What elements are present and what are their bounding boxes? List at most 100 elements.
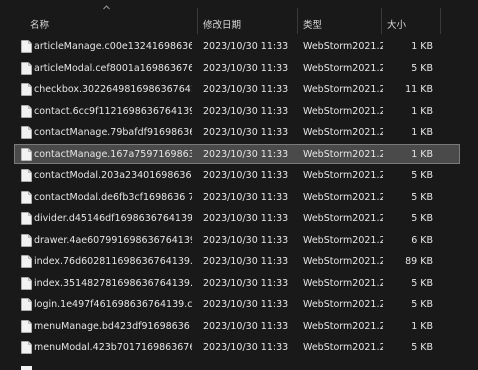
file-row[interactable]: contactModal.203a234016986367641... 2023/…	[0, 165, 478, 187]
file-row[interactable]: login.1e497f461698636764139.css 2023/10/3…	[0, 294, 478, 316]
file-modified-date: 2023/10/30 11:33	[203, 277, 289, 289]
file-type: WebStorm2021.2	[303, 84, 383, 95]
column-header-size[interactable]: 大小	[387, 17, 406, 31]
file-name: contactModal.203a234016986367641...	[34, 170, 192, 181]
file-row[interactable]: contactManage.79bafdf91698636764... 2023/…	[0, 122, 478, 144]
file-type: WebStorm2021.2	[303, 320, 383, 332]
file-modified-date: 2023/10/30 11:33	[203, 191, 289, 203]
file-row[interactable]: menuManage.bd423df91698636 7641... 2023/1…	[0, 316, 478, 338]
column-divider[interactable]	[440, 8, 441, 34]
file-size: 5 KB	[411, 191, 433, 203]
file-modified-date: 2023/10/30 11:33	[203, 84, 289, 95]
file-size: 1 KB	[411, 127, 433, 138]
file-size: 1 KB	[411, 320, 433, 332]
file-type: WebStorm2021.2	[303, 105, 383, 117]
file-icon	[21, 233, 32, 247]
file-modified-date: 2023/10/30 11:33	[203, 342, 289, 353]
file-modified-date: 2023/10/30 11:33	[203, 62, 289, 74]
file-type: WebStorm2021.2	[303, 299, 383, 310]
file-row[interactable]: articleManage.c00e13241698636764... 2023/…	[0, 36, 478, 58]
file-icon	[21, 83, 32, 96]
file-modified-date: 2023/10/30 11:33	[203, 148, 289, 160]
column-divider[interactable]	[197, 8, 198, 34]
file-name: menuModal.423b7017169863676413...	[34, 342, 192, 353]
file-row[interactable]: checkbox.30226498169863676413​9.css 2023/…	[0, 79, 478, 101]
file-row[interactable]: contactModal.de6fb3cf1698636 7641... 2023…	[0, 187, 478, 209]
file-type: WebStorm2021.2	[303, 41, 383, 52]
file-row[interactable]: drawer.4ae607991698636764139.css 2023/10/…	[0, 230, 478, 252]
column-header-name[interactable]: 名称	[30, 17, 49, 31]
file-icon	[21, 169, 32, 182]
file-name: contactManage.79bafdf91698636764...	[34, 127, 192, 138]
file-size: 5 KB	[411, 170, 433, 181]
column-divider[interactable]	[297, 8, 298, 34]
file-icon	[21, 341, 32, 354]
file-name: index.35148278169863676413​9.css	[34, 277, 192, 289]
file-name: contactModal.de6fb3cf1698636 7641...	[34, 191, 192, 203]
file-type: WebStorm2021.2	[303, 256, 383, 267]
column-header-bar: 名称 修改日期 类型 大小	[0, 0, 478, 34]
file-icon	[21, 190, 32, 204]
file-type: WebStorm2021.2	[303, 127, 383, 138]
file-size: 5 KB	[411, 342, 433, 353]
file-size: 11 KB	[405, 84, 433, 95]
file-name: articleModal.cef8001a169863676413...	[34, 62, 192, 74]
file-row[interactable]: contact.6cc9f1121698636764139.css 2023/10…	[0, 101, 478, 123]
file-icon	[21, 212, 32, 225]
file-icon	[21, 126, 32, 139]
file-explorer: 名称 修改日期 类型 大小 articleManage.c00e13241698…	[0, 0, 478, 370]
file-name: articleManage.c00e13241698636764...	[34, 41, 192, 52]
file-modified-date: 2023/10/30 11:33	[203, 320, 289, 332]
sort-up-chevron-icon[interactable]	[103, 4, 110, 11]
file-size: 6 KB	[411, 234, 433, 246]
file-row[interactable]: index.76d602811698636764139.css 2023/10/3…	[0, 251, 478, 273]
file-modified-date: 2023/10/30 11:33	[203, 299, 289, 310]
file-type: WebStorm2021.2	[303, 170, 383, 181]
file-icon	[21, 276, 32, 290]
file-icon	[21, 104, 32, 118]
file-icon	[21, 147, 32, 161]
file-icon	[21, 319, 32, 333]
file-name: contactManage.167a75971698636 76...	[34, 148, 192, 160]
file-type: WebStorm2021.2	[303, 62, 383, 74]
file-row[interactable]: menuModal.423b7017169863676413... 2023/10…	[0, 337, 478, 359]
file-modified-date: 2023/10/30 11:33	[203, 234, 289, 246]
file-size: 5 KB	[411, 62, 433, 74]
file-name: index.76d602811698636764139.css	[34, 256, 192, 267]
file-icon	[21, 40, 32, 53]
file-size: 5 KB	[411, 213, 433, 224]
file-modified-date: 2023/10/30 11:33	[203, 127, 289, 138]
file-type: WebStorm2021.2	[303, 213, 383, 224]
file-size: 5 KB	[411, 277, 433, 289]
file-type: WebStorm2021.2	[303, 234, 383, 246]
file-modified-date: 2023/10/30 11:33	[203, 256, 289, 267]
file-name: checkbox.30226498169863676413​9.css	[34, 84, 192, 95]
file-row[interactable]: index.35148278169863676413​9.css 2023/10/…	[0, 273, 478, 295]
file-modified-date: 2023/10/30 11:33	[203, 41, 289, 52]
file-size: 1 KB	[411, 105, 433, 117]
file-icon	[21, 298, 32, 311]
partially-visible-row	[0, 366, 478, 370]
file-type: WebStorm2021.2	[303, 148, 383, 160]
file-list: articleManage.c00e13241698636764... 2023/…	[0, 36, 478, 359]
file-type: WebStorm2021.2	[303, 191, 383, 203]
file-name: login.1e497f461698636764139.css	[34, 299, 192, 310]
column-header-type[interactable]: 类型	[303, 17, 322, 31]
file-size: 5 KB	[411, 299, 433, 310]
file-modified-date: 2023/10/30 11:33	[203, 105, 289, 117]
file-type: WebStorm2021.2	[303, 277, 383, 289]
file-modified-date: 2023/10/30 11:33	[203, 170, 289, 181]
file-row[interactable]: articleModal.cef8001a169863676413... 2023…	[0, 58, 478, 80]
file-row[interactable]: divider.d45146df1698636764139.css 2023/10…	[0, 208, 478, 230]
file-icon	[21, 255, 32, 268]
file-icon	[21, 61, 32, 75]
file-size: 1 KB	[411, 41, 433, 52]
file-size: 1 KB	[411, 148, 433, 160]
file-name: drawer.4ae607991698636764139.css	[34, 234, 192, 246]
file-name: contact.6cc9f1121698636764139.css	[34, 105, 192, 117]
column-header-date[interactable]: 修改日期	[203, 17, 241, 31]
column-divider[interactable]	[381, 8, 382, 34]
file-name: menuManage.bd423df91698636 7641...	[34, 320, 192, 332]
file-row[interactable]: contactManage.167a75971698636 76... 2023/…	[0, 143, 478, 166]
file-name: divider.d45146df1698636764139.css	[34, 213, 192, 224]
